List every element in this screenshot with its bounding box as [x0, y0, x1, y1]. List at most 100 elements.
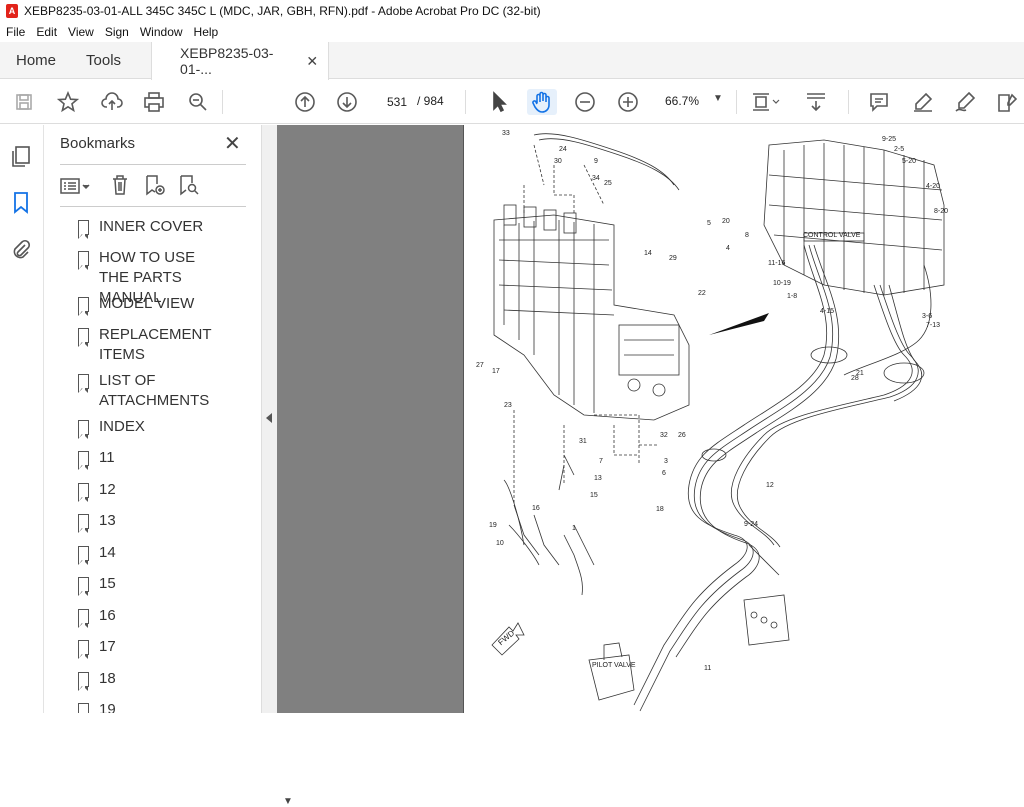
bookmark-item[interactable]: REPLACEMENT ITEMS	[58, 325, 228, 365]
tab-tools[interactable]: Tools	[74, 42, 151, 79]
divider	[60, 164, 246, 165]
navigation-rail	[0, 125, 44, 713]
document-viewer[interactable]: CONTROL VALVE PILOT VALVE FWD 33 24 30 9…	[277, 125, 1024, 713]
part-callout: 13	[594, 475, 602, 482]
tab-document[interactable]: XEBP8235-03-01-... ✕	[151, 42, 330, 80]
page-fit-icon[interactable]	[748, 89, 782, 115]
scroll-down-icon[interactable]: ▼	[283, 796, 293, 807]
hand-tool-icon[interactable]	[527, 89, 557, 115]
title-bar: A XEBP8235-03-01-ALL 345C 345C L (MDC, J…	[0, 0, 1024, 22]
bookmark-label: 13	[99, 512, 116, 529]
bookmark-item[interactable]: 11	[58, 448, 228, 470]
part-callout: 1-8	[787, 293, 797, 300]
bookmark-item[interactable]: 18	[58, 669, 228, 691]
page-total: / 984	[417, 94, 444, 108]
select-cursor-icon[interactable]	[487, 89, 511, 115]
scroll-mode-icon[interactable]	[802, 89, 832, 115]
bookmark-item[interactable]: 17	[58, 637, 228, 659]
chevron-down-icon[interactable]: ▼	[713, 93, 723, 104]
toolbar-separator	[465, 90, 466, 114]
bookmark-item[interactable]: INDEX	[58, 417, 228, 439]
menu-file[interactable]: File	[6, 25, 25, 39]
collapse-arrow-icon[interactable]	[266, 413, 272, 423]
menu-help[interactable]: Help	[194, 25, 219, 39]
zoom-out-icon[interactable]	[572, 89, 598, 115]
bookmark-icon	[77, 483, 89, 502]
bookmark-item[interactable]: 13	[58, 511, 228, 533]
bookmark-label: 12	[99, 481, 116, 498]
part-callout: 34	[592, 175, 600, 182]
part-callout: 9-25	[882, 136, 896, 143]
part-callout: 14	[644, 250, 652, 257]
part-callout: 20	[722, 218, 730, 225]
acrobat-app-icon: A	[6, 4, 18, 18]
page-number-input[interactable]: 531	[380, 92, 414, 112]
bookmark-icon	[77, 514, 89, 533]
bookmark-star-icon[interactable]	[55, 89, 81, 115]
bookmark-icon	[77, 374, 89, 393]
new-bookmark-icon[interactable]	[144, 174, 166, 199]
menu-bar: File Edit View Sign Window Help	[0, 22, 1024, 42]
bookmark-icon	[77, 420, 89, 439]
menu-window[interactable]: Window	[140, 25, 183, 39]
highlight-pen-icon[interactable]	[910, 89, 936, 115]
pdf-page[interactable]: CONTROL VALVE PILOT VALVE FWD 33 24 30 9…	[463, 125, 1024, 713]
bookmark-item[interactable]: 15	[58, 574, 228, 596]
part-callout: 28	[851, 375, 859, 382]
part-callout: 3-6	[922, 313, 932, 320]
close-panel-icon[interactable]: ✕	[224, 131, 241, 156]
zoom-in-icon[interactable]	[615, 89, 641, 115]
part-callout: 12	[766, 482, 774, 489]
part-callout: 9	[594, 158, 598, 165]
bookmark-item[interactable]: 14	[58, 543, 228, 565]
bookmark-icon	[77, 328, 89, 347]
part-callout: 6	[662, 470, 666, 477]
bookmark-label: 15	[99, 575, 116, 592]
page-thumbnails-icon[interactable]	[10, 145, 32, 172]
part-callout: 8-20	[934, 208, 948, 215]
bookmark-label: 18	[99, 670, 116, 687]
previous-page-icon[interactable]	[292, 89, 318, 115]
save-icon[interactable]	[12, 89, 36, 115]
attachments-icon[interactable]	[11, 237, 31, 264]
bookmark-icon	[77, 251, 89, 270]
find-bookmark-icon[interactable]	[178, 174, 200, 199]
bookmarks-panel-icon[interactable]	[12, 191, 30, 218]
bookmark-item[interactable]: INNER COVER	[58, 217, 228, 239]
fill-sign-icon[interactable]	[994, 89, 1020, 115]
bookmark-item[interactable]: LIST OF ATTACHMENTS	[58, 371, 228, 411]
part-callout: 4-15	[820, 308, 834, 315]
menu-edit[interactable]: Edit	[36, 25, 57, 39]
bookmark-label: REPLACEMENT ITEMS	[99, 326, 212, 363]
next-page-icon[interactable]	[334, 89, 360, 115]
part-callout: 11-16	[768, 260, 785, 267]
close-tab-icon[interactable]: ✕	[306, 53, 318, 70]
part-callout: 15	[590, 492, 598, 499]
delete-bookmark-icon[interactable]	[110, 174, 130, 199]
bookmark-item[interactable]: 12	[58, 480, 228, 502]
find-zoom-icon[interactable]	[185, 89, 211, 115]
panel-collapse-strip[interactable]	[261, 125, 277, 713]
comment-icon[interactable]	[866, 89, 892, 115]
bookmark-icon	[77, 220, 89, 239]
bookmarks-panel: Bookmarks ✕ INNER COVER HOW TO USE THE PA…	[44, 125, 293, 807]
bookmark-item[interactable]: 16	[58, 606, 228, 628]
part-callout: 3	[664, 458, 668, 465]
zoom-level[interactable]: 66.7%	[665, 94, 699, 108]
toolbar-separator	[848, 90, 849, 114]
sign-pen-icon[interactable]	[952, 89, 978, 115]
options-menu-icon[interactable]	[60, 176, 92, 199]
window-title: XEBP8235-03-01-ALL 345C 345C L (MDC, JAR…	[24, 4, 541, 18]
toolbar: 531 / 984 66.7% ▼	[0, 80, 1024, 124]
bookmark-item[interactable]: 19	[58, 700, 228, 713]
upload-cloud-icon[interactable]	[99, 89, 125, 115]
bookmarks-toolbar	[60, 173, 246, 199]
bookmark-item[interactable]: MODEL VIEW	[58, 294, 228, 316]
part-callout: 8	[745, 232, 749, 239]
bookmark-icon	[77, 609, 89, 628]
print-icon[interactable]	[141, 89, 167, 115]
menu-sign[interactable]: Sign	[105, 25, 129, 39]
tab-home[interactable]: Home	[0, 42, 74, 79]
menu-view[interactable]: View	[68, 25, 94, 39]
pilot-valve-label: PILOT VALVE	[592, 662, 636, 669]
